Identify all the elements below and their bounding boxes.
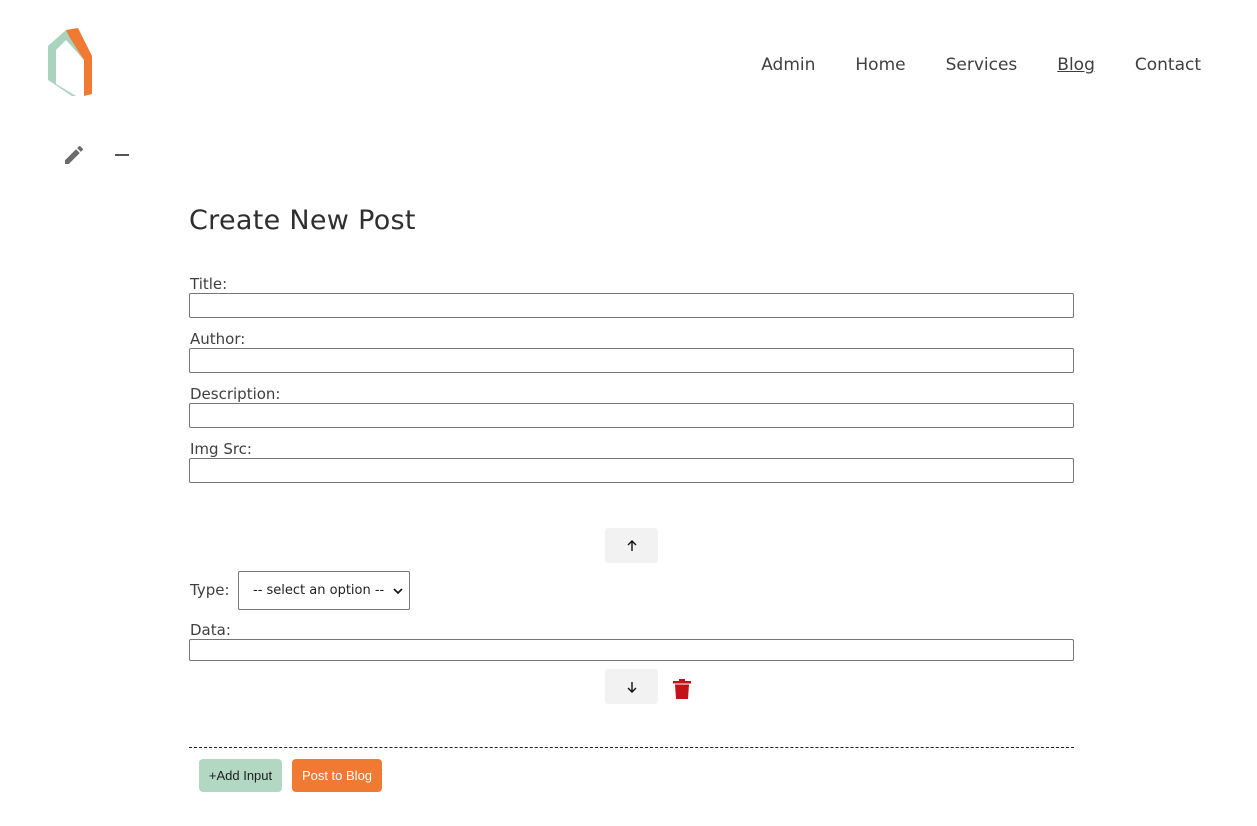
house-logo-icon[interactable] [46,28,92,96]
form-divider [189,747,1074,748]
nav-item-home[interactable]: Home [855,53,905,77]
data-label: Data: [190,621,231,639]
nav-item-services[interactable]: Services [946,53,1018,77]
description-label: Description: [190,385,281,403]
title-input[interactable] [189,293,1074,318]
img-src-input[interactable] [189,458,1074,483]
trash-icon[interactable] [673,679,691,699]
type-select-value: -- select an option -- [253,583,385,598]
pencil-icon[interactable] [62,143,86,167]
data-input[interactable] [189,639,1074,661]
nav-item-blog[interactable]: Blog [1057,53,1095,77]
title-label: Title: [190,275,228,293]
type-select[interactable]: -- select an option -- [238,571,410,610]
move-down-button[interactable] [605,669,658,704]
page-title: Create New Post [189,205,416,236]
img-src-label: Img Src: [190,440,252,458]
nav-item-admin[interactable]: Admin [761,53,815,77]
author-input[interactable] [189,348,1074,373]
move-up-button[interactable] [605,528,658,563]
main-nav: Admin Home Services Blog Contact [721,53,1201,77]
description-input[interactable] [189,403,1074,428]
author-label: Author: [190,330,246,348]
arrow-down-icon [627,681,636,693]
minus-icon[interactable] [110,143,134,167]
site-header: Admin Home Services Blog Contact [0,0,1257,120]
type-label: Type: [190,581,230,599]
add-input-button[interactable]: +Add Input [199,759,282,792]
chevron-down-icon [393,588,403,595]
nav-item-contact[interactable]: Contact [1135,53,1201,77]
arrow-up-icon [627,539,636,551]
post-to-blog-button[interactable]: Post to Blog [292,759,382,792]
